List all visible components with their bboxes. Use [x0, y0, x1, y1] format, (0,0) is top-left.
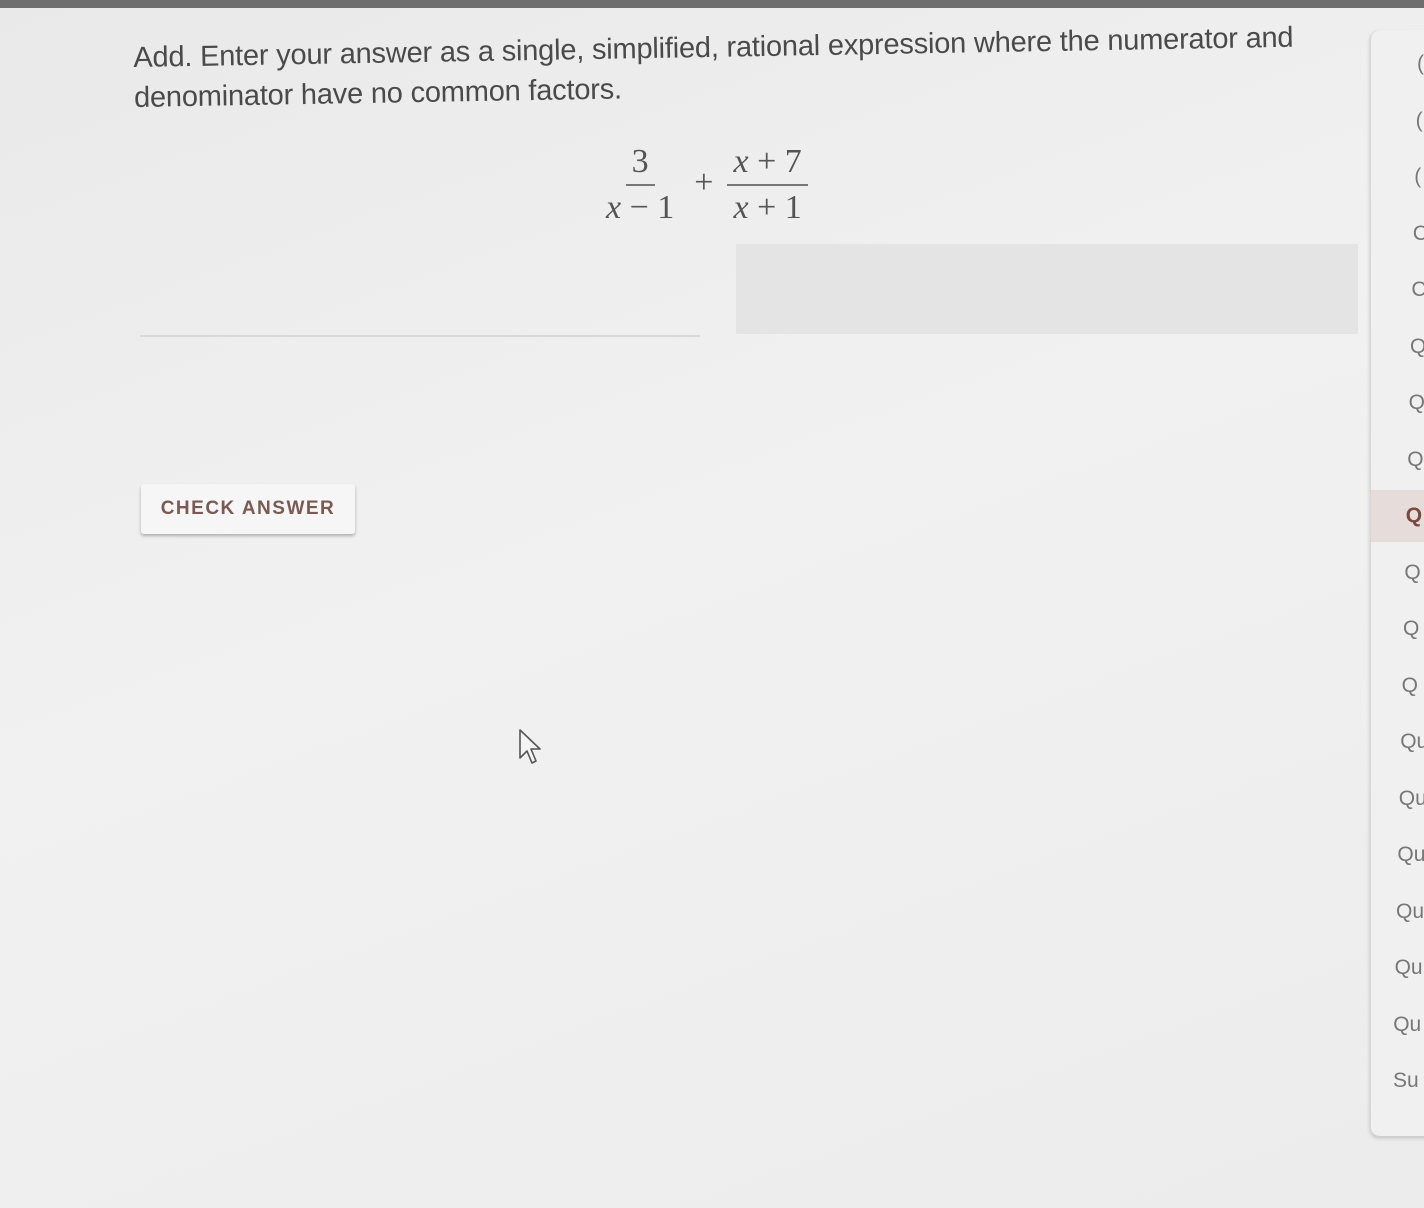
- navigator-question-item[interactable]: (: [1371, 38, 1424, 90]
- question-prompt: Add. Enter your answer as a single, simp…: [133, 21, 1294, 114]
- question-navigator: (((C C Q Q Q Q Q Q Q Qu Qu Qu Qu Qu Qu Su: [1370, 30, 1424, 1138]
- plus-operator: +: [694, 164, 714, 201]
- navigator-question-item[interactable]: Q: [1371, 660, 1424, 712]
- variable-x: x: [733, 143, 749, 180]
- denominator-rest: − 1: [621, 189, 675, 226]
- fraction-1: 3 x − 1: [600, 140, 680, 230]
- answer-underline: [140, 335, 700, 337]
- denominator-rest: + 1: [748, 189, 802, 226]
- navigator-question-item[interactable]: C: [1371, 208, 1424, 260]
- navigator-question-item[interactable]: Q: [1371, 490, 1424, 542]
- check-answer-button[interactable]: CHECK ANSWER: [141, 484, 355, 534]
- navigator-question-item[interactable]: Qu: [1371, 773, 1424, 825]
- navigator-question-item[interactable]: Q: [1371, 321, 1424, 373]
- math-expression: 3 x − 1 + x + 7 x + 1: [600, 135, 808, 235]
- navigator-question-item[interactable]: Qu: [1371, 829, 1424, 881]
- navigator-question-item[interactable]: Q: [1371, 603, 1424, 655]
- answer-input[interactable]: [736, 244, 1358, 334]
- navigator-question-item[interactable]: Q: [1371, 434, 1424, 486]
- fraction-1-denominator: x − 1: [600, 186, 680, 230]
- fraction-2-denominator: x + 1: [727, 186, 807, 230]
- navigator-question-item[interactable]: Q: [1371, 377, 1424, 429]
- fraction-2: x + 7 x + 1: [727, 140, 808, 230]
- numerator-rest: + 7: [748, 143, 802, 180]
- variable-x: x: [733, 189, 749, 226]
- navigator-question-item[interactable]: Qu: [1371, 942, 1424, 994]
- navigator-question-item[interactable]: C: [1371, 264, 1424, 316]
- navigator-question-item[interactable]: Su: [1371, 1055, 1424, 1107]
- variable-x: x: [606, 189, 622, 226]
- navigator-question-item[interactable]: Qu: [1371, 999, 1424, 1051]
- navigator-question-item[interactable]: (: [1371, 151, 1424, 203]
- fraction-1-numerator: 3: [625, 140, 655, 186]
- top-bar: [0, 0, 1424, 8]
- navigator-question-item[interactable]: (: [1371, 95, 1424, 147]
- navigator-question-item[interactable]: Qu: [1371, 886, 1424, 938]
- navigator-question-item[interactable]: Qu: [1371, 716, 1424, 768]
- navigator-question-item[interactable]: Q: [1371, 547, 1424, 599]
- fraction-2-numerator: x + 7: [727, 140, 808, 186]
- mouse-pointer-icon: [519, 729, 541, 764]
